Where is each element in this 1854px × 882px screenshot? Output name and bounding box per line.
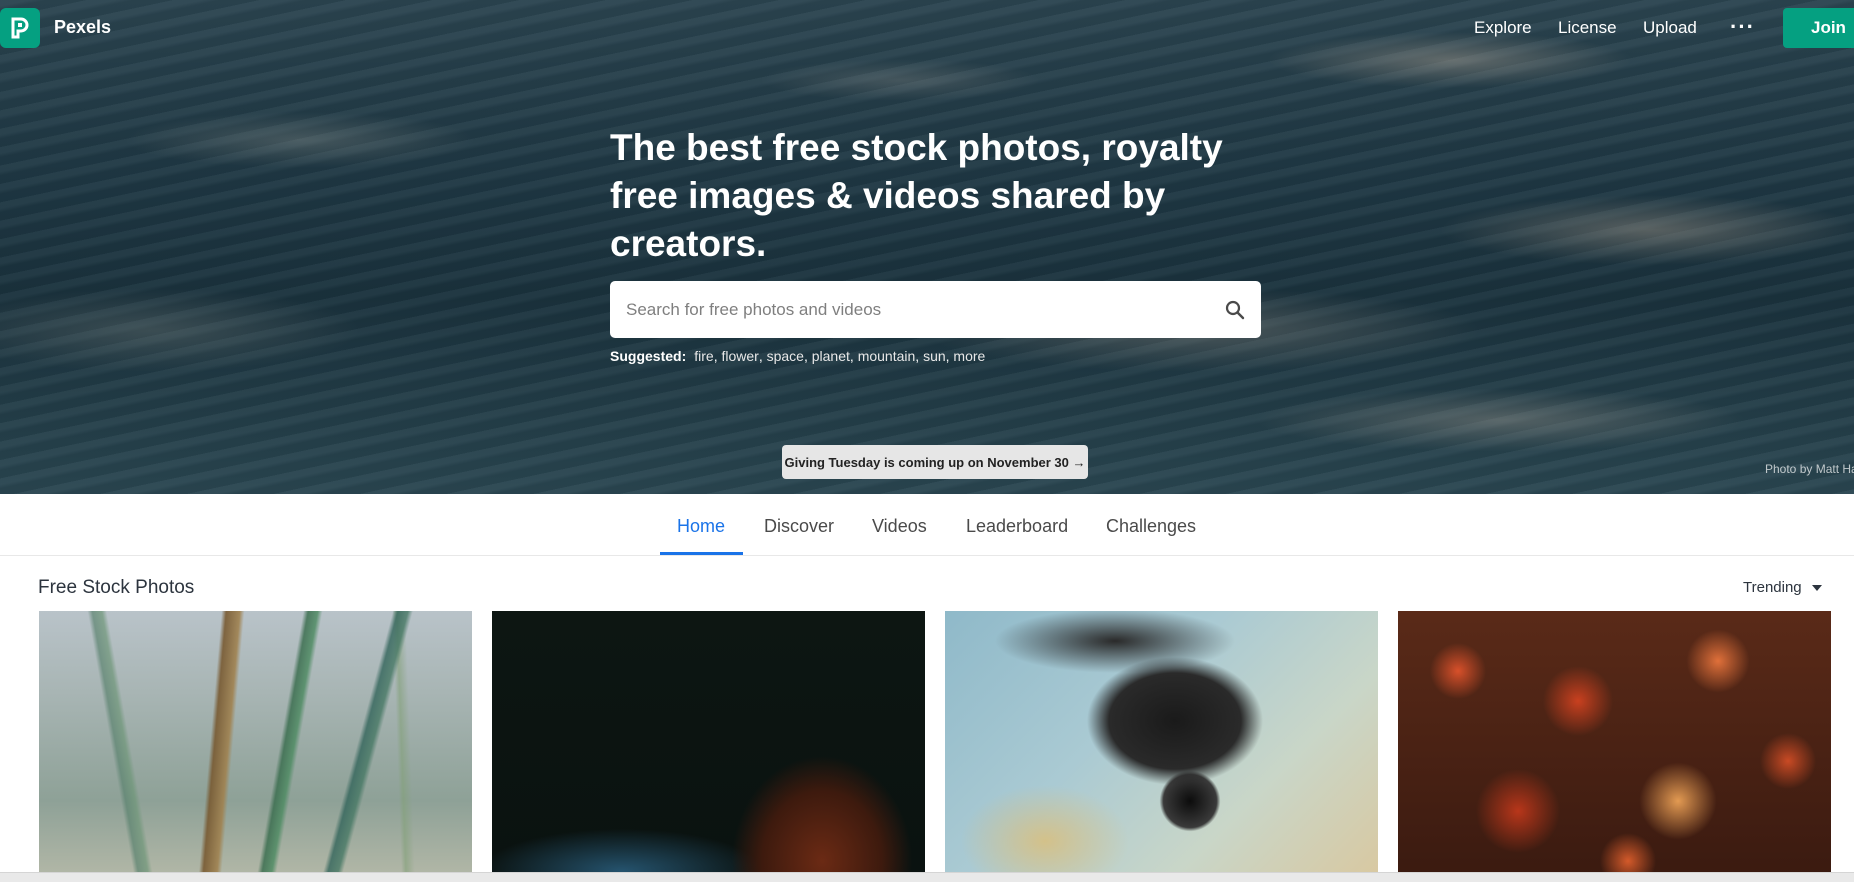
suggested-tag-fire[interactable]: fire [694, 348, 713, 364]
nav-upload[interactable]: Upload [1643, 18, 1697, 38]
suggested-label: Suggested: [610, 348, 687, 364]
search-bar [610, 281, 1261, 338]
hero-title: The best free stock photos, royalty free… [610, 127, 1223, 264]
photo-card-autumn-leaves[interactable] [1398, 611, 1831, 882]
suggested-tag-sun[interactable]: sun [923, 348, 946, 364]
tab-discover[interactable]: Discover [764, 516, 834, 537]
photo-card-camera-map[interactable] [945, 611, 1378, 882]
section-title: Free Stock Photos [38, 577, 195, 598]
pexels-logo-icon[interactable] [0, 8, 40, 48]
main-tabs: Home Discover Videos Leaderboard Challen… [0, 494, 1854, 556]
top-nav: Pexels Explore License Upload ··· Join [0, 0, 1854, 56]
nav-license[interactable]: License [1558, 18, 1617, 38]
search-icon[interactable] [1209, 281, 1261, 338]
suggested-tags: Suggested: fire, flower, space, planet, … [610, 348, 986, 364]
brand-name[interactable]: Pexels [54, 17, 111, 38]
photo-credit[interactable]: Photo by Matt Ha [1765, 462, 1854, 476]
join-button[interactable]: Join [1783, 8, 1854, 48]
chevron-down-icon [1811, 584, 1822, 591]
tab-home[interactable]: Home [677, 516, 725, 537]
suggested-tag-planet[interactable]: planet [812, 348, 850, 364]
photo-card-grass[interactable] [39, 611, 472, 882]
suggested-tag-space[interactable]: space [767, 348, 804, 364]
suggested-tag-more[interactable]: more [953, 348, 985, 364]
hero: Pexels Explore License Upload ··· Join T… [0, 0, 1854, 494]
tab-challenges[interactable]: Challenges [1106, 516, 1196, 537]
giving-tuesday-banner[interactable]: Giving Tuesday is coming up on November … [782, 445, 1088, 479]
tab-videos[interactable]: Videos [872, 516, 927, 537]
horizontal-scrollbar[interactable] [0, 872, 1854, 882]
suggested-tag-flower[interactable]: flower [721, 348, 758, 364]
suggested-tag-mountain[interactable]: mountain [858, 348, 916, 364]
tab-leaderboard[interactable]: Leaderboard [966, 516, 1068, 537]
more-icon[interactable]: ··· [1730, 14, 1755, 40]
search-input[interactable] [610, 281, 1209, 338]
sort-label: Trending [1743, 579, 1802, 596]
sort-dropdown[interactable]: Trending [1743, 579, 1822, 596]
active-tab-indicator [660, 552, 743, 555]
photo-card-dark-water[interactable] [492, 611, 925, 882]
nav-explore[interactable]: Explore [1474, 18, 1532, 38]
